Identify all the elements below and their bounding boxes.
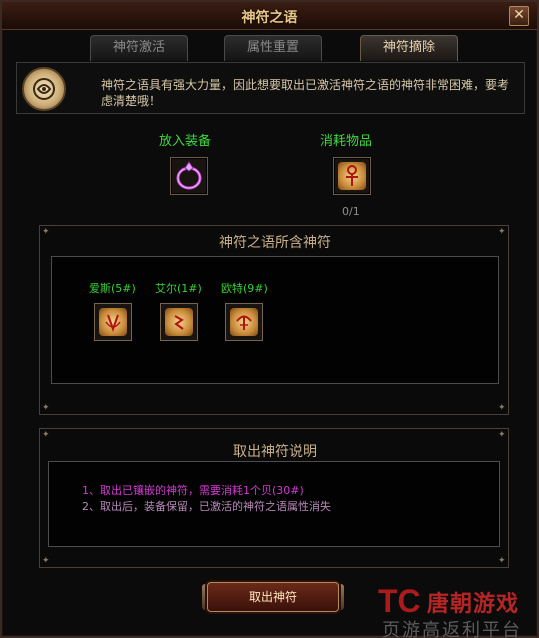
window-title: 神符之语 xyxy=(241,10,298,26)
rune-ort-icon xyxy=(230,308,258,336)
corner-ornament-icon: ✦ xyxy=(498,556,506,566)
note-line-2: 2、取出后，装备保留，已激活的神符之语属性消失 xyxy=(82,500,331,513)
equip-slot-label: 放入装备 xyxy=(159,134,212,149)
rune-code: (1#) xyxy=(177,282,202,295)
rune-el-icon xyxy=(165,308,193,336)
watermark-logo: TC xyxy=(378,583,421,619)
close-icon: ✕ xyxy=(513,7,525,23)
corner-ornament-icon: ✦ xyxy=(498,403,506,413)
rune-name: 爱斯 xyxy=(89,282,111,295)
watermark-brand: 唐朝游戏 xyxy=(427,592,520,617)
rune-ais-icon xyxy=(99,308,127,336)
rune-slot-ais[interactable] xyxy=(94,303,132,341)
extract-rune-button[interactable]: 取出神符 xyxy=(207,582,339,612)
corner-ornament-icon: ✦ xyxy=(42,430,50,440)
runes-section-title: 神符之语所含神符 xyxy=(219,235,331,251)
rune-slot-ort[interactable] xyxy=(225,303,263,341)
consume-count: 0/1 xyxy=(342,205,360,218)
tab-attribute-reset[interactable]: 属性重置 xyxy=(224,35,322,61)
tab-rune-remove[interactable]: 神符摘除 xyxy=(360,35,458,61)
tab-rune-activate[interactable]: 神符激活 xyxy=(90,35,188,61)
rune-seal-icon xyxy=(22,67,66,111)
rune-name: 艾尔 xyxy=(155,282,177,295)
corner-ornament-icon: ✦ xyxy=(42,403,50,413)
rune-code: (5#) xyxy=(111,282,136,295)
rune-word-window: 神符之语 ✕ 神符激活 属性重置 神符摘除 神符之语具有强大力量，因此想要取出已… xyxy=(0,0,539,638)
consume-slot[interactable] xyxy=(333,157,371,195)
consume-slot-label: 消耗物品 xyxy=(320,134,373,149)
tab-bar: 神符激活 属性重置 神符摘除 xyxy=(2,35,539,61)
description-text: 神符之语具有强大力量，因此想要取出已激活神符之语的神符非常困难，要考虑清楚哦！ xyxy=(101,78,510,108)
title-bar: 神符之语 ✕ xyxy=(2,2,537,30)
rune-label-ais: 爱斯(5#) xyxy=(89,280,136,296)
note-line-1: 1、取出已镶嵌的神符，需要消耗1个贝(30#) xyxy=(82,484,304,497)
rune-label-el: 艾尔(1#) xyxy=(155,280,202,296)
watermark-slogan: 页游高返利平台 xyxy=(382,620,522,638)
equip-slot[interactable] xyxy=(170,157,208,195)
rune-code: (9#) xyxy=(243,282,268,295)
close-button[interactable]: ✕ xyxy=(509,6,529,26)
ring-icon xyxy=(176,161,202,190)
rune-name: 欧特 xyxy=(221,282,243,295)
corner-ornament-icon: ✦ xyxy=(42,227,50,237)
corner-ornament-icon: ✦ xyxy=(42,556,50,566)
rune-label-ort: 欧特(9#) xyxy=(221,280,268,296)
notes-section-title: 取出神符说明 xyxy=(233,444,317,460)
corner-ornament-icon: ✦ xyxy=(498,430,506,440)
corner-ornament-icon: ✦ xyxy=(498,227,506,237)
rune-slot-el[interactable] xyxy=(160,303,198,341)
ankh-rune-icon xyxy=(338,162,366,190)
